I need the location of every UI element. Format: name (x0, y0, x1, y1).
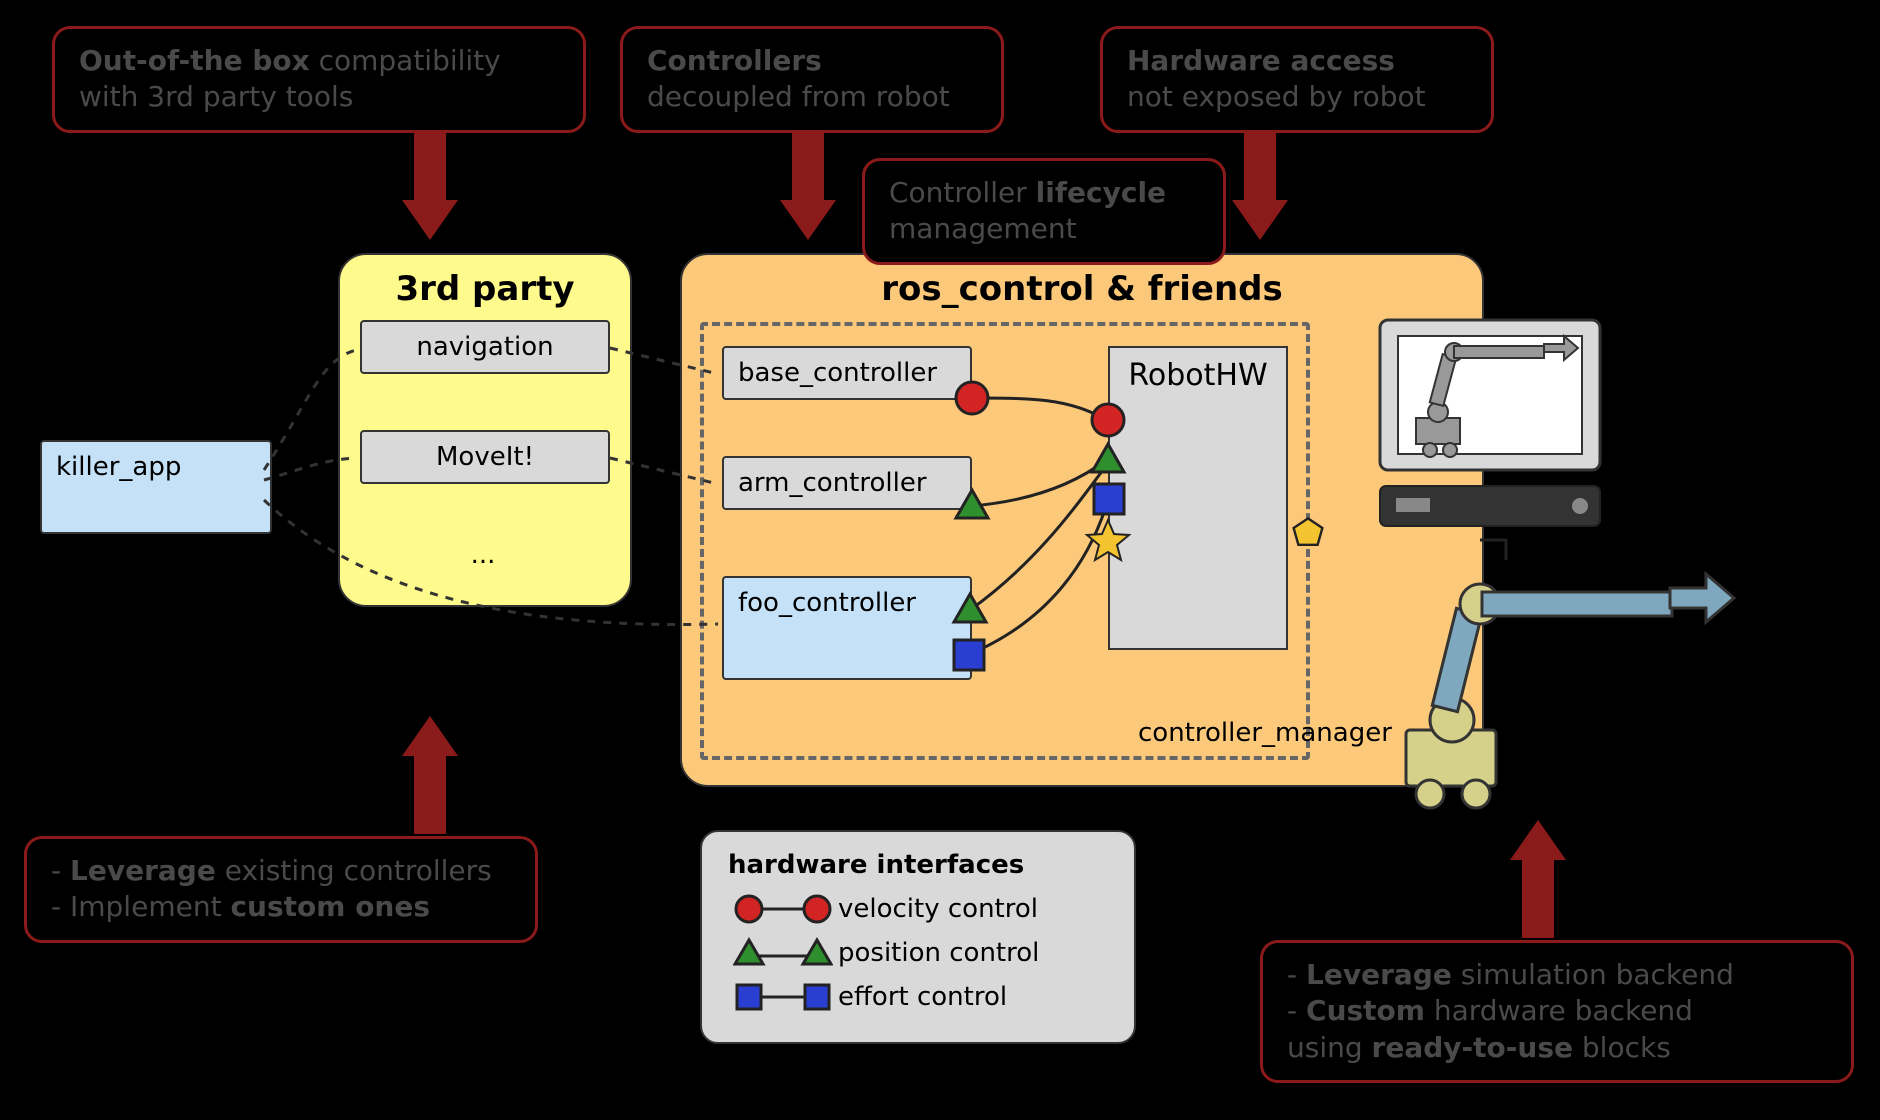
arrow-leverage-ctrl-shaft (414, 754, 446, 834)
arrow-leverage-sim-shaft (1522, 858, 1554, 938)
node-base-controller: base_controller (722, 346, 972, 400)
panel-third-party-title: 3rd party (340, 269, 630, 309)
node-ellipsis: ... (360, 540, 606, 570)
arrow-hardware-shaft (1244, 132, 1276, 202)
callout-compatibility: Out-of-the box compatibility with 3rd pa… (52, 26, 586, 133)
node-robot-hw: RobotHW (1108, 346, 1288, 650)
arrow-controllers-shaft (792, 132, 824, 202)
label-robot-hw: RobotHW (1110, 358, 1286, 393)
callout-leverage-controllers: - Leverage existing controllers - Implem… (24, 836, 538, 943)
callout-hardware: Hardware access not exposed by robot (1100, 26, 1494, 133)
legend-title: hardware interfaces (728, 850, 1108, 880)
legend-label-velocity: velocity control (838, 894, 1038, 924)
legend-row-effort: effort control (728, 980, 1108, 1014)
callout-leverage-simulation: - Leverage simulation backend - Custom h… (1260, 940, 1854, 1083)
legend-row-velocity: velocity control (728, 892, 1108, 926)
legend-label-effort: effort control (838, 982, 1007, 1012)
robot-icon (1370, 570, 1750, 830)
node-killer-app: killer_app (40, 440, 272, 534)
arrow-controllers-head (780, 200, 836, 240)
arrow-leverage-sim-head (1510, 820, 1566, 860)
node-foo-controller: foo_controller (722, 576, 972, 680)
arrow-hardware-head (1232, 200, 1288, 240)
computer-icon (1360, 300, 1620, 600)
arrow-leverage-ctrl-head (402, 716, 458, 756)
label-controller-manager: controller_manager (1138, 718, 1392, 748)
callout-controllers: Controllers decoupled from robot (620, 26, 1004, 133)
arrow-compat-head (402, 200, 458, 240)
legend-row-position: position control (728, 936, 1108, 970)
node-arm-controller: arm_controller (722, 456, 972, 510)
callout-lifecycle: Controller lifecycle management (862, 158, 1226, 265)
node-moveit: MoveIt! (360, 430, 610, 484)
arrow-compat-shaft (414, 132, 446, 202)
legend-hardware-interfaces: hardware interfaces velocity control pos… (700, 830, 1136, 1044)
node-navigation: navigation (360, 320, 610, 374)
legend-label-position: position control (838, 938, 1039, 968)
